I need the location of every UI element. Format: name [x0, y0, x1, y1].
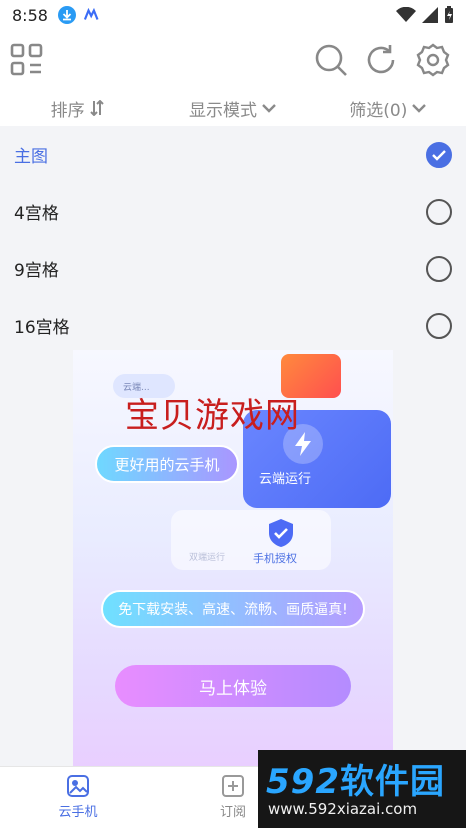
shield-check-icon: [269, 519, 293, 547]
try-now-button[interactable]: 马上体验: [115, 665, 351, 707]
site-logo-url: www.592xiazai.com: [268, 800, 418, 818]
radio-checked-icon[interactable]: [426, 141, 452, 168]
sort-filter[interactable]: 排序: [0, 90, 155, 126]
site-logo-name: 软件园: [339, 762, 445, 802]
chevron-down-icon: [412, 104, 427, 113]
cloud-phone-ad-banner[interactable]: 云端... 云端运行 更好用的云手机 双端运行 手机授权 免下载安装、高速、流畅…: [73, 350, 393, 766]
view-option-label: 主图: [14, 147, 48, 167]
ad-tagline: 更好用的云手机: [95, 445, 239, 483]
dual-run-label: 双端运行: [189, 553, 226, 563]
status-bar: 8:58: [0, 0, 466, 30]
view-option-label: 4宫格: [14, 204, 59, 224]
view-option-9grid[interactable]: 9宫格: [0, 240, 466, 297]
status-time: 8:58: [12, 5, 48, 25]
settings-gear-icon[interactable]: [416, 43, 450, 77]
site-logo-title: 592软件园: [266, 754, 445, 803]
grid-menu-icon[interactable]: [10, 43, 44, 77]
view-option-label: 9宫格: [14, 261, 59, 281]
app-notification-icon: [83, 6, 102, 24]
radio-unchecked-icon[interactable]: [426, 198, 452, 225]
toolbar: [0, 30, 466, 90]
cloud-phone-icon: [67, 775, 89, 797]
auth-label: 手机授权: [253, 552, 297, 565]
wifi-icon: [396, 6, 416, 27]
view-mode-list: 主图 4宫格 9宫格 16宫格: [0, 126, 466, 354]
chevron-down-icon: [262, 104, 276, 113]
radio-unchecked-icon[interactable]: [426, 312, 452, 339]
subscribe-icon: [222, 775, 244, 797]
view-option-16grid[interactable]: 16宫格: [0, 297, 466, 354]
display-mode-filter[interactable]: 显示模式: [155, 90, 310, 126]
sort-icon: [89, 100, 104, 116]
view-option-4grid[interactable]: 4宫格: [0, 183, 466, 240]
signal-icon: [422, 7, 438, 27]
view-option-label: 16宫格: [14, 318, 70, 338]
search-icon[interactable]: [314, 43, 348, 77]
site-watermark-text: 宝贝游戏网: [125, 396, 300, 436]
ad-features: 免下载安装、高速、流畅、画质逼真!: [101, 590, 365, 628]
auth-card: 双端运行 手机授权: [171, 510, 331, 570]
display-mode-label: 显示模式: [188, 100, 257, 121]
screen-filter-label: 筛选(0): [349, 100, 408, 121]
screen-filter[interactable]: 筛选(0): [311, 90, 466, 126]
battery-icon: [444, 6, 454, 28]
nav-cloud-phone-label: 云手机: [58, 805, 98, 820]
download-notification-icon: [57, 6, 76, 24]
site-logo-digits: 592: [266, 762, 340, 802]
nav-subscribe-label: 订阅: [219, 805, 246, 820]
refresh-icon[interactable]: [364, 43, 398, 77]
nav-cloud-phone[interactable]: 云手机: [38, 775, 118, 820]
filter-bar: 排序 显示模式 筛选(0): [0, 90, 466, 126]
sort-label: 排序: [50, 100, 85, 121]
site-logo-overlay: 592软件园 www.592xiazai.com: [258, 750, 466, 828]
cloud-run-label: 云端运行: [259, 472, 312, 487]
radio-unchecked-icon[interactable]: [426, 255, 452, 282]
view-option-main[interactable]: 主图: [0, 126, 466, 183]
